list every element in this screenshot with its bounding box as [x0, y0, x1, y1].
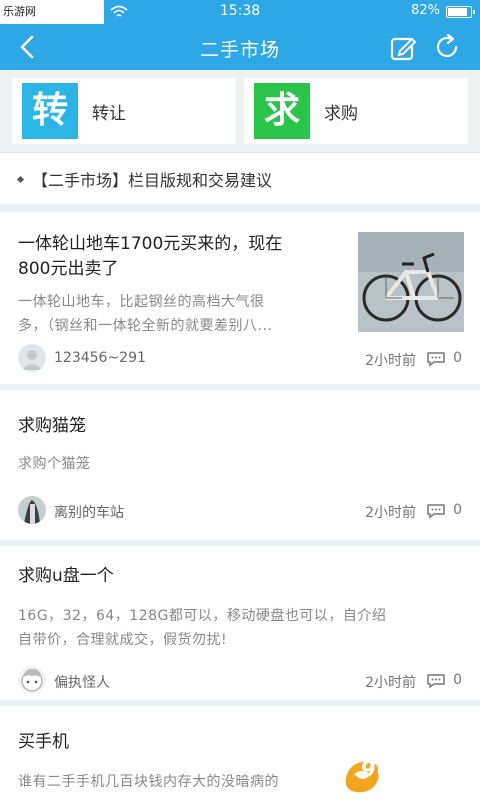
want-badge-icon: 求	[254, 83, 310, 139]
post-title-line: 买手机	[18, 732, 69, 752]
post-excerpt-line: 谁有二手手机几百块钱内存大的没暗病的	[18, 774, 279, 790]
edit-icon[interactable]	[390, 35, 416, 61]
transfer-badge-icon: 转	[22, 83, 78, 139]
category-label: 转让	[92, 104, 126, 124]
comment-count: 0	[453, 672, 462, 688]
post-title-line: 一体轮山地车1700元买来的，现在	[18, 234, 283, 254]
post-title-line: 800元出卖了	[18, 259, 119, 279]
post-author[interactable]: 123456~291	[54, 350, 146, 366]
default-user-icon	[22, 350, 42, 370]
notice-bar[interactable]: 【二手市场】栏目版规和交易建议	[0, 152, 480, 204]
category-transfer[interactable]: 转 转让	[12, 78, 236, 144]
bicycle-thumbnail[interactable]	[358, 232, 464, 332]
post-excerpt-line: 自带价，合理就成交，假货勿扰!	[18, 632, 228, 648]
comment-icon	[427, 674, 445, 689]
battery-icon	[446, 6, 475, 18]
post-excerpt-line: 多，（钢丝和一体轮全新的就要差别八...	[18, 318, 273, 334]
post-time: 2小时前	[365, 353, 416, 369]
status-bar: 乐游网 www.962.net 15:38 82%	[0, 0, 480, 42]
post-title-line: 求购u盘一个	[18, 566, 114, 586]
user-photo-icon	[18, 496, 46, 524]
bullet-icon	[16, 175, 25, 184]
category-want-to-buy[interactable]: 求 求购	[244, 78, 468, 144]
post-time: 2小时前	[365, 675, 416, 691]
notice-text: 【二手市场】栏目版规和交易建议	[32, 171, 273, 190]
category-label: 求购	[324, 104, 358, 124]
post-item[interactable]: 求购猫笼 求购个猫笼 离别的车站 2小时前 0	[0, 390, 480, 540]
avatar[interactable]	[18, 666, 46, 694]
site-logo-watermark: 962.NET 乐游网	[342, 756, 476, 799]
post-time: 2小时前	[365, 505, 416, 521]
post-title-line: 求购猫笼	[18, 416, 86, 436]
category-row: 转 转让 求 求购	[0, 70, 480, 152]
avatar[interactable]	[18, 496, 46, 524]
post-excerpt-line: 一体轮山地车，比起钢丝的高档大气很	[18, 294, 265, 310]
battery-percent: 82%	[411, 3, 440, 18]
comment-count: 0	[453, 502, 462, 518]
nav-bar: 二手市场	[0, 24, 480, 70]
refresh-icon[interactable]	[434, 33, 462, 61]
clock: 15:38	[219, 3, 261, 19]
post-excerpt-line: 求购个猫笼	[18, 456, 91, 472]
bicycle-image	[358, 232, 464, 332]
comment-icon	[427, 504, 445, 519]
logo-sub: 乐游网	[422, 784, 462, 799]
avatar[interactable]	[18, 344, 46, 372]
comment-count: 0	[453, 350, 462, 366]
anime-avatar-icon	[21, 668, 43, 692]
comment-icon	[427, 352, 445, 367]
post-item[interactable]: 求购u盘一个 16G，32，64，128G都可以，移动硬盘也可以，自介绍 自带价…	[0, 546, 480, 700]
post-excerpt-line: 16G，32，64，128G都可以，移动硬盘也可以，自介绍	[18, 608, 387, 624]
post-author[interactable]: 离别的车站	[54, 502, 124, 522]
post-author[interactable]: 偏执怪人	[54, 672, 110, 692]
post-item[interactable]: 一体轮山地车1700元买来的，现在 800元出卖了 一体轮山地车，比起钢丝的高档…	[0, 212, 480, 384]
